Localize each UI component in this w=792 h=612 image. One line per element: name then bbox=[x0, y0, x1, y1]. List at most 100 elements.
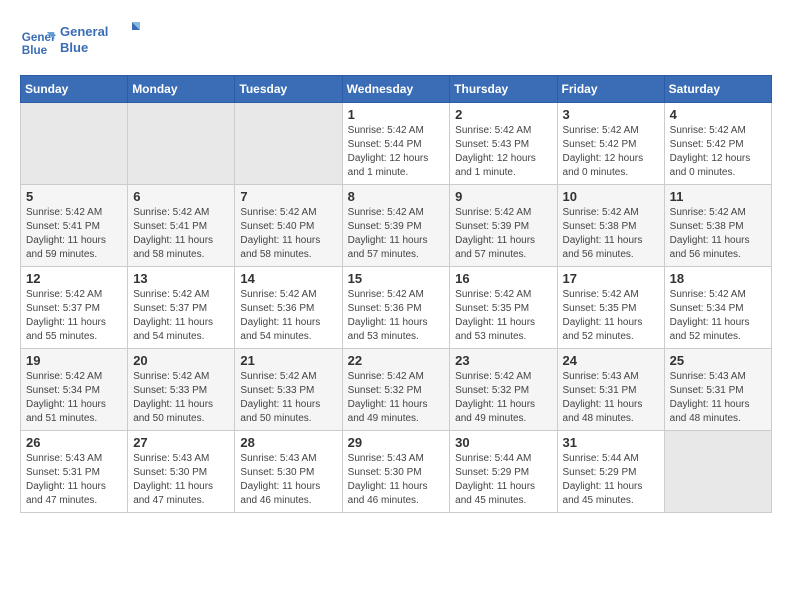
day-number: 14 bbox=[240, 271, 336, 286]
calendar-cell: 11 Sunrise: 5:42 AM Sunset: 5:38 PM Dayli… bbox=[664, 185, 771, 267]
day-number: 23 bbox=[455, 353, 551, 368]
calendar-week-row: 26 Sunrise: 5:43 AM Sunset: 5:31 PM Dayli… bbox=[21, 431, 772, 513]
weekday-header-thursday: Thursday bbox=[450, 76, 557, 103]
weekday-header-tuesday: Tuesday bbox=[235, 76, 342, 103]
calendar-cell: 24 Sunrise: 5:43 AM Sunset: 5:31 PM Dayli… bbox=[557, 349, 664, 431]
calendar-cell: 23 Sunrise: 5:42 AM Sunset: 5:32 PM Dayli… bbox=[450, 349, 557, 431]
calendar-cell: 28Sunrise: 5:43 AM Sunset: 5:30 PM Dayli… bbox=[235, 431, 342, 513]
weekday-header-row: SundayMondayTuesdayWednesdayThursdayFrid… bbox=[21, 76, 772, 103]
calendar-cell: 14 Sunrise: 5:42 AM Sunset: 5:36 PM Dayli… bbox=[235, 267, 342, 349]
day-number: 17 bbox=[563, 271, 659, 286]
calendar-cell: 2Sunrise: 5:42 AM Sunset: 5:43 PM Daylig… bbox=[450, 103, 557, 185]
calendar-cell: 30Sunrise: 5:44 AM Sunset: 5:29 PM Dayli… bbox=[450, 431, 557, 513]
calendar-cell bbox=[235, 103, 342, 185]
day-info: Sunrise: 5:43 AM Sunset: 5:31 PM Dayligh… bbox=[670, 370, 766, 426]
svg-text:Blue: Blue bbox=[60, 40, 88, 55]
weekday-header-wednesday: Wednesday bbox=[342, 76, 450, 103]
day-info: Sunrise: 5:42 AM Sunset: 5:39 PM Dayligh… bbox=[348, 206, 445, 262]
day-info: Sunrise: 5:42 AM Sunset: 5:44 PM Dayligh… bbox=[348, 124, 445, 180]
weekday-header-sunday: Sunday bbox=[21, 76, 128, 103]
day-number: 30 bbox=[455, 435, 551, 450]
day-number: 29 bbox=[348, 435, 445, 450]
weekday-header-monday: Monday bbox=[128, 76, 235, 103]
day-info: Sunrise: 5:42 AM Sunset: 5:34 PM Dayligh… bbox=[670, 288, 766, 344]
calendar-cell: 6Sunrise: 5:42 AM Sunset: 5:41 PM Daylig… bbox=[128, 185, 235, 267]
day-number: 21 bbox=[240, 353, 336, 368]
weekday-header-friday: Friday bbox=[557, 76, 664, 103]
day-info: Sunrise: 5:42 AM Sunset: 5:34 PM Dayligh… bbox=[26, 370, 122, 426]
day-info: Sunrise: 5:42 AM Sunset: 5:41 PM Dayligh… bbox=[26, 206, 122, 262]
day-info: Sunrise: 5:42 AM Sunset: 5:40 PM Dayligh… bbox=[240, 206, 336, 262]
day-number: 4 bbox=[670, 107, 766, 122]
day-number: 16 bbox=[455, 271, 551, 286]
calendar-cell bbox=[21, 103, 128, 185]
day-info: Sunrise: 5:43 AM Sunset: 5:31 PM Dayligh… bbox=[563, 370, 659, 426]
day-number: 26 bbox=[26, 435, 122, 450]
day-number: 22 bbox=[348, 353, 445, 368]
day-number: 5 bbox=[26, 189, 122, 204]
calendar-cell: 21 Sunrise: 5:42 AM Sunset: 5:33 PM Dayli… bbox=[235, 349, 342, 431]
day-info: Sunrise: 5:42 AM Sunset: 5:43 PM Dayligh… bbox=[455, 124, 551, 180]
day-number: 18 bbox=[670, 271, 766, 286]
day-number: 27 bbox=[133, 435, 229, 450]
calendar-cell: 20Sunrise: 5:42 AM Sunset: 5:33 PM Dayli… bbox=[128, 349, 235, 431]
day-number: 11 bbox=[670, 189, 766, 204]
day-number: 8 bbox=[348, 189, 445, 204]
calendar-cell: 10 Sunrise: 5:42 AM Sunset: 5:38 PM Dayli… bbox=[557, 185, 664, 267]
logo: General Blue General Blue bbox=[20, 20, 140, 65]
day-info: Sunrise: 5:43 AM Sunset: 5:30 PM Dayligh… bbox=[240, 452, 336, 508]
calendar-cell: 1 Sunrise: 5:42 AM Sunset: 5:44 PM Daylig… bbox=[342, 103, 450, 185]
calendar-cell: 31Sunrise: 5:44 AM Sunset: 5:29 PM Dayli… bbox=[557, 431, 664, 513]
logo-icon: General Blue bbox=[20, 25, 56, 61]
day-info: Sunrise: 5:44 AM Sunset: 5:29 PM Dayligh… bbox=[563, 452, 659, 508]
day-number: 10 bbox=[563, 189, 659, 204]
calendar-cell: 5 Sunrise: 5:42 AM Sunset: 5:41 PM Daylig… bbox=[21, 185, 128, 267]
day-info: Sunrise: 5:42 AM Sunset: 5:39 PM Dayligh… bbox=[455, 206, 551, 262]
calendar-cell: 15 Sunrise: 5:42 AM Sunset: 5:36 PM Dayli… bbox=[342, 267, 450, 349]
day-number: 19 bbox=[26, 353, 122, 368]
day-number: 15 bbox=[348, 271, 445, 286]
calendar-cell bbox=[664, 431, 771, 513]
calendar-cell: 17 Sunrise: 5:42 AM Sunset: 5:35 PM Dayli… bbox=[557, 267, 664, 349]
day-info: Sunrise: 5:42 AM Sunset: 5:38 PM Dayligh… bbox=[563, 206, 659, 262]
day-info: Sunrise: 5:42 AM Sunset: 5:36 PM Dayligh… bbox=[348, 288, 445, 344]
calendar-cell: 9Sunrise: 5:42 AM Sunset: 5:39 PM Daylig… bbox=[450, 185, 557, 267]
calendar-week-row: 5 Sunrise: 5:42 AM Sunset: 5:41 PM Daylig… bbox=[21, 185, 772, 267]
day-number: 3 bbox=[563, 107, 659, 122]
day-info: Sunrise: 5:42 AM Sunset: 5:37 PM Dayligh… bbox=[26, 288, 122, 344]
calendar-cell: 13Sunrise: 5:42 AM Sunset: 5:37 PM Dayli… bbox=[128, 267, 235, 349]
calendar-cell bbox=[128, 103, 235, 185]
weekday-header-saturday: Saturday bbox=[664, 76, 771, 103]
day-info: Sunrise: 5:42 AM Sunset: 5:38 PM Dayligh… bbox=[670, 206, 766, 262]
day-number: 20 bbox=[133, 353, 229, 368]
calendar-cell: 8 Sunrise: 5:42 AM Sunset: 5:39 PM Daylig… bbox=[342, 185, 450, 267]
day-info: Sunrise: 5:42 AM Sunset: 5:42 PM Dayligh… bbox=[670, 124, 766, 180]
day-number: 6 bbox=[133, 189, 229, 204]
calendar-table: SundayMondayTuesdayWednesdayThursdayFrid… bbox=[20, 75, 772, 513]
day-info: Sunrise: 5:42 AM Sunset: 5:36 PM Dayligh… bbox=[240, 288, 336, 344]
day-info: Sunrise: 5:43 AM Sunset: 5:31 PM Dayligh… bbox=[26, 452, 122, 508]
calendar-cell: 19 Sunrise: 5:42 AM Sunset: 5:34 PM Dayli… bbox=[21, 349, 128, 431]
day-number: 1 bbox=[348, 107, 445, 122]
calendar-week-row: 12 Sunrise: 5:42 AM Sunset: 5:37 PM Dayli… bbox=[21, 267, 772, 349]
calendar-cell: 27 Sunrise: 5:43 AM Sunset: 5:30 PM Dayli… bbox=[128, 431, 235, 513]
day-info: Sunrise: 5:43 AM Sunset: 5:30 PM Dayligh… bbox=[133, 452, 229, 508]
day-number: 24 bbox=[563, 353, 659, 368]
day-info: Sunrise: 5:42 AM Sunset: 5:33 PM Dayligh… bbox=[240, 370, 336, 426]
calendar-cell: 4 Sunrise: 5:42 AM Sunset: 5:42 PM Daylig… bbox=[664, 103, 771, 185]
calendar-cell: 12 Sunrise: 5:42 AM Sunset: 5:37 PM Dayli… bbox=[21, 267, 128, 349]
day-info: Sunrise: 5:42 AM Sunset: 5:32 PM Dayligh… bbox=[455, 370, 551, 426]
svg-text:General: General bbox=[60, 24, 108, 39]
page-header: General Blue General Blue bbox=[20, 20, 772, 65]
calendar-cell: 7 Sunrise: 5:42 AM Sunset: 5:40 PM Daylig… bbox=[235, 185, 342, 267]
day-number: 7 bbox=[240, 189, 336, 204]
day-info: Sunrise: 5:42 AM Sunset: 5:32 PM Dayligh… bbox=[348, 370, 445, 426]
svg-text:Blue: Blue bbox=[22, 43, 48, 56]
calendar-cell: 16Sunrise: 5:42 AM Sunset: 5:35 PM Dayli… bbox=[450, 267, 557, 349]
day-number: 13 bbox=[133, 271, 229, 286]
day-number: 12 bbox=[26, 271, 122, 286]
day-info: Sunrise: 5:42 AM Sunset: 5:42 PM Dayligh… bbox=[563, 124, 659, 180]
day-info: Sunrise: 5:42 AM Sunset: 5:35 PM Dayligh… bbox=[563, 288, 659, 344]
calendar-cell: 3 Sunrise: 5:42 AM Sunset: 5:42 PM Daylig… bbox=[557, 103, 664, 185]
calendar-week-row: 19 Sunrise: 5:42 AM Sunset: 5:34 PM Dayli… bbox=[21, 349, 772, 431]
